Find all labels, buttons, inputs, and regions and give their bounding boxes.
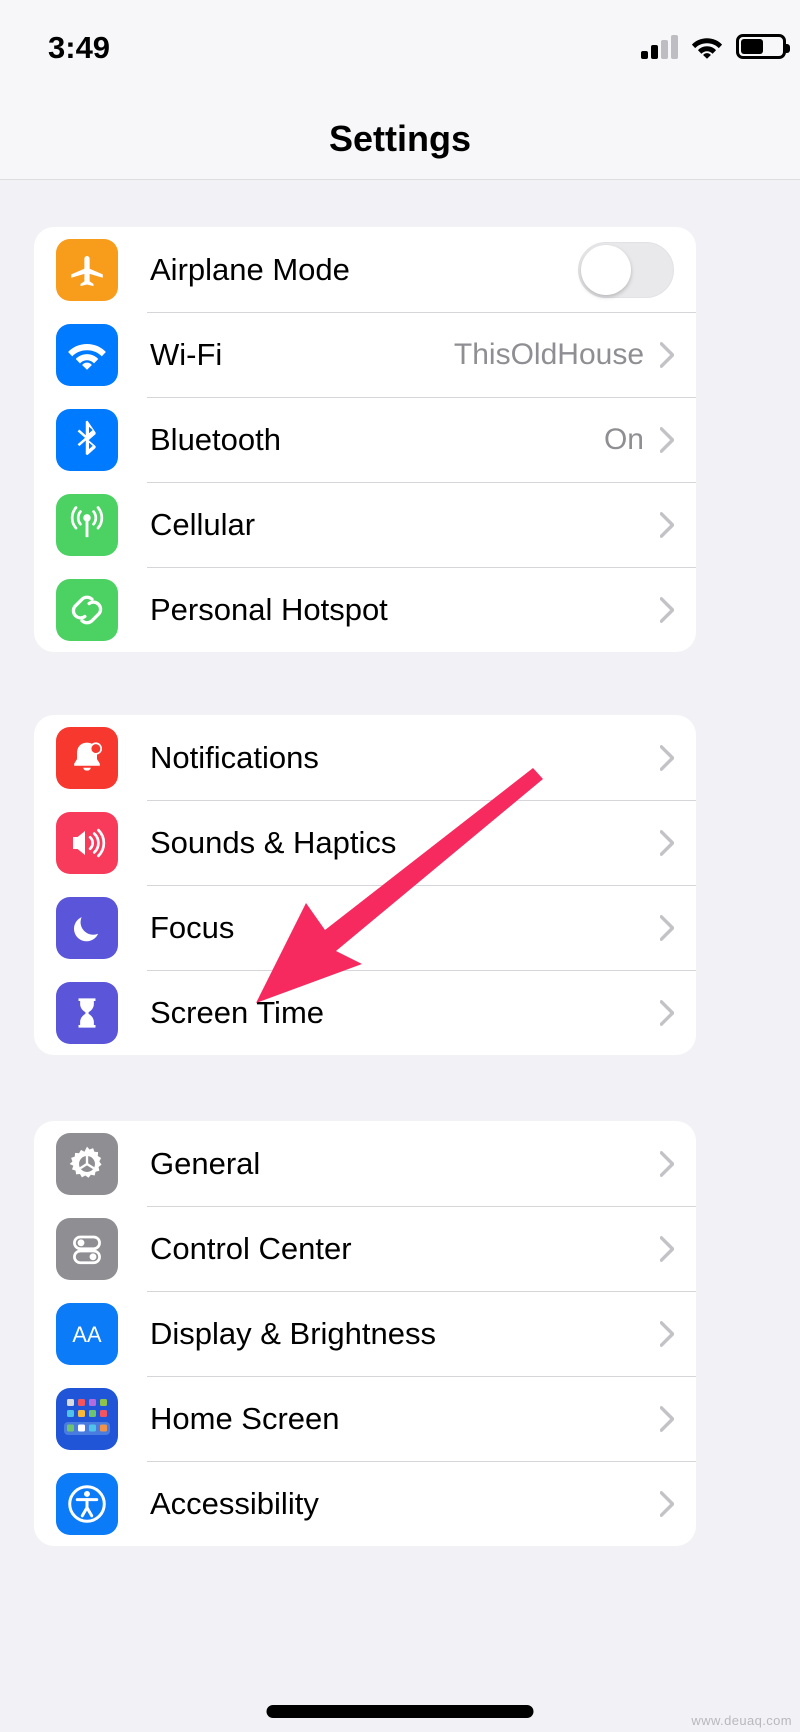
svg-text:AA: AA [72, 1322, 102, 1347]
chevron-right-icon [660, 426, 674, 453]
wifi-network-value: ThisOldHouse [453, 337, 644, 371]
accessibility-person-icon [56, 1472, 118, 1535]
settings-row-label: Accessibility [150, 1485, 319, 1521]
settings-group-connectivity: Airplane Mode Wi-Fi ThisOldHouse Bluetoo… [34, 227, 696, 652]
gear-icon [56, 1132, 118, 1195]
site-watermark: www.deuaq.com [691, 1713, 792, 1728]
hotspot-link-icon [56, 578, 118, 641]
settings-row-display-brightness[interactable]: AA Display & Brightness [34, 1291, 696, 1376]
row-accessory [660, 744, 696, 771]
settings-row-label: Home Screen [150, 1400, 340, 1436]
row-accessory [660, 914, 696, 941]
settings-group-system: General Control Center AA Display & Brig… [34, 1121, 696, 1546]
settings-row-label: Screen Time [150, 994, 325, 1030]
page-title: Settings [328, 118, 471, 159]
chevron-right-icon [660, 744, 674, 771]
control-switches-icon [56, 1217, 118, 1280]
status-bar-time: 3:49 [48, 30, 111, 65]
settings-group-alerts: Notifications Sounds & Haptics Focus Scr… [34, 715, 696, 1055]
row-accessory [660, 596, 696, 623]
row-accessory [660, 511, 696, 538]
row-accessory: ThisOldHouse [454, 338, 696, 372]
row-accessory [660, 1405, 696, 1432]
chevron-right-icon [660, 1150, 674, 1177]
speaker-icon [56, 811, 118, 874]
settings-row-label: Airplane Mode [150, 251, 350, 287]
toggle-knob [581, 244, 631, 295]
chevron-right-icon [660, 1320, 674, 1347]
settings-row-label: Cellular [150, 506, 256, 542]
row-accessory [660, 1320, 696, 1347]
cellular-signal-icon [641, 34, 678, 59]
settings-row-label: Control Center [150, 1230, 352, 1266]
chevron-right-icon [660, 999, 674, 1026]
settings-row-personal-hotspot[interactable]: Personal Hotspot [34, 567, 696, 652]
chevron-right-icon [660, 1405, 674, 1432]
text-size-aa-icon: AA [56, 1302, 118, 1365]
settings-row-sounds-haptics[interactable]: Sounds & Haptics [34, 800, 696, 885]
battery-fill [741, 39, 763, 54]
settings-row-accessibility[interactable]: Accessibility [34, 1461, 696, 1546]
bluetooth-state-value: On [603, 422, 644, 456]
status-bar-indicators [641, 34, 790, 59]
settings-row-wifi[interactable]: Wi-Fi ThisOldHouse [34, 312, 696, 397]
settings-row-label: Bluetooth [150, 421, 281, 457]
settings-row-focus[interactable]: Focus [34, 885, 696, 970]
settings-row-home-screen[interactable]: Home Screen [34, 1376, 696, 1461]
airplane-icon [56, 238, 118, 301]
settings-row-label: Personal Hotspot [150, 591, 388, 627]
settings-row-label: Sounds & Haptics [150, 824, 397, 860]
navigation-bar: Settings [0, 100, 800, 180]
chevron-right-icon [660, 1235, 674, 1262]
row-accessory [660, 1235, 696, 1262]
chevron-right-icon [660, 829, 674, 856]
home-indicator [266, 1705, 534, 1718]
row-accessory [660, 1490, 696, 1517]
row-accessory [578, 241, 696, 298]
settings-row-bluetooth[interactable]: Bluetooth On [34, 397, 696, 482]
hourglass-icon [56, 981, 118, 1044]
bluetooth-icon [56, 408, 118, 471]
iphone-settings-screen: 3:49 Settings Airplane Mode Wi-Fi ThisOl… [0, 0, 800, 1732]
settings-row-label: Focus [150, 909, 235, 945]
chevron-right-icon [660, 914, 674, 941]
settings-row-general[interactable]: General [34, 1121, 696, 1206]
settings-scroll-content[interactable]: Airplane Mode Wi-Fi ThisOldHouse Bluetoo… [0, 181, 800, 1732]
settings-row-label: Display & Brightness [150, 1315, 437, 1351]
row-accessory [660, 1150, 696, 1177]
settings-row-cellular[interactable]: Cellular [34, 482, 696, 567]
chevron-right-icon [660, 511, 674, 538]
airplane-mode-toggle[interactable] [578, 241, 674, 298]
bell-icon [56, 726, 118, 789]
settings-row-screen-time[interactable]: Screen Time [34, 970, 696, 1055]
settings-row-notifications[interactable]: Notifications [34, 715, 696, 800]
chevron-right-icon [660, 1490, 674, 1517]
settings-row-airplane-mode[interactable]: Airplane Mode [34, 227, 696, 312]
row-accessory [660, 999, 696, 1026]
wifi-icon [691, 37, 723, 59]
battery-icon [736, 34, 790, 59]
row-accessory [660, 829, 696, 856]
chevron-right-icon [660, 596, 674, 623]
wifi-icon [56, 323, 118, 386]
settings-row-label: Notifications [150, 739, 319, 775]
status-bar: 3:49 [0, 0, 800, 100]
crescent-moon-icon [56, 896, 118, 959]
cellular-antenna-icon [56, 493, 118, 556]
row-accessory: On [604, 423, 696, 457]
chevron-right-icon [660, 341, 674, 368]
settings-row-control-center[interactable]: Control Center [34, 1206, 696, 1291]
settings-row-label: General [150, 1145, 261, 1181]
app-grid-icon [56, 1387, 118, 1450]
settings-row-label: Wi-Fi [150, 336, 223, 372]
